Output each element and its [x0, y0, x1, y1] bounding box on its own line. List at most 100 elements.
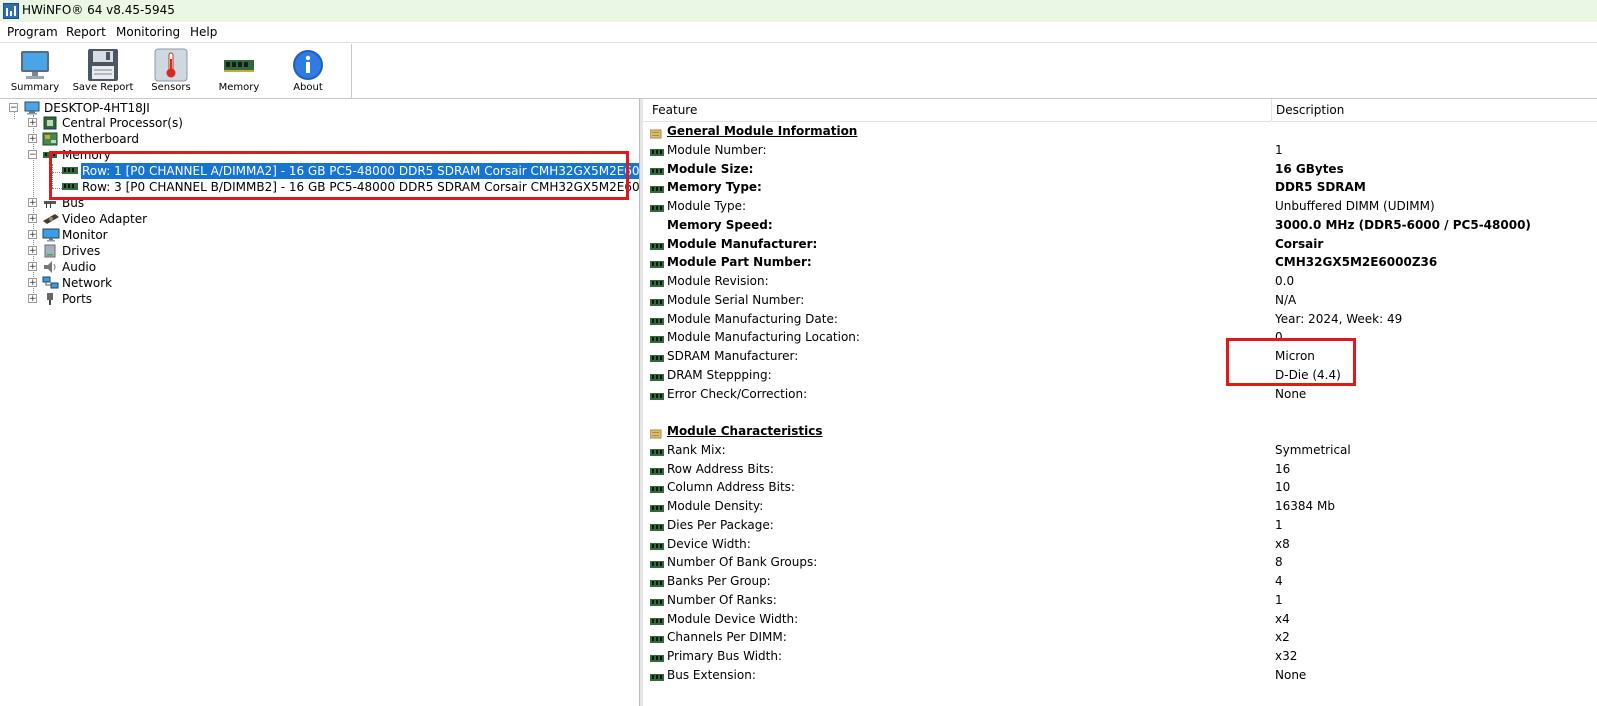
title-bar: HWiNFO® 64 v8.45-5945 — [0, 0, 1597, 22]
feature-value: Year: 2024, Week: 49 — [1275, 311, 1403, 326]
tree-item-network[interactable]: + Network — [28, 275, 328, 291]
column-header-feature[interactable]: Feature — [643, 99, 1271, 122]
expand-toggle[interactable]: + — [28, 262, 37, 272]
memory-module-icon — [650, 464, 664, 483]
memory-module-icon — [650, 445, 664, 464]
annotation-box-memory-modules — [49, 151, 629, 200]
tree-item-motherboard[interactable]: + Motherboard — [28, 131, 328, 147]
tree-item-cpu[interactable]: + Central Processor(s) — [28, 115, 328, 131]
expand-toggle[interactable]: + — [28, 198, 37, 208]
expand-toggle[interactable]: + — [28, 134, 37, 144]
tree-root-label: DESKTOP-4HT18JI — [44, 101, 150, 115]
feature-label: Bus Extension: — [667, 667, 756, 682]
tree-root[interactable]: − DESKTOP-4HT18JI — [9, 100, 309, 116]
section-title: General Module Information — [667, 124, 858, 138]
feature-value: N/A — [1275, 292, 1297, 307]
feature-value: 4 — [1275, 574, 1283, 588]
menu-report[interactable]: Report — [66, 25, 106, 39]
feature-label: Rank Mix: — [667, 442, 726, 457]
column-header-description[interactable]: Description — [1272, 99, 1597, 122]
tree-item-label: Central Processor(s) — [62, 116, 183, 130]
memory-module-icon — [650, 632, 664, 651]
speaker-icon — [44, 261, 56, 273]
memory-module-icon — [650, 182, 664, 201]
save-report-button[interactable]: Save Report — [69, 43, 137, 97]
tree-item-audio[interactable]: + Audio — [28, 259, 328, 275]
feature-label: Module Part Number: — [667, 255, 812, 270]
feature-value: 8 — [1275, 555, 1283, 570]
expand-toggle[interactable]: + — [28, 230, 37, 240]
monitor-icon — [21, 51, 49, 79]
memory-module-icon — [650, 295, 664, 314]
feature-value: 10 — [1275, 480, 1291, 495]
expand-toggle[interactable]: + — [28, 246, 37, 256]
feature-value: 0.0 — [1275, 274, 1295, 288]
feature-value: 1 — [1275, 592, 1283, 607]
about-label: About — [293, 82, 323, 93]
tree-item-monitor[interactable]: + Monitor — [28, 227, 328, 243]
collapse-toggle[interactable]: − — [28, 150, 37, 160]
feature-value: CMH32GX5M2E6000Z36 — [1275, 255, 1438, 270]
monitor-icon — [42, 228, 60, 242]
tree-item-video-adapter[interactable]: + Video Adapter — [28, 211, 328, 227]
feature-label: Dies Per Package: — [667, 517, 774, 532]
memory-module-icon — [650, 520, 664, 539]
memory-module-icon — [650, 332, 664, 351]
memory-module-icon — [650, 314, 664, 333]
memory-module-icon — [650, 557, 664, 576]
feature-label: Memory Type: — [667, 180, 762, 195]
expand-toggle[interactable]: + — [28, 294, 37, 304]
sensors-button[interactable]: Sensors — [137, 43, 205, 97]
tree-item-ports[interactable]: + Ports — [28, 291, 328, 307]
about-button[interactable]: About — [274, 43, 342, 97]
memory-module-icon — [650, 482, 664, 501]
collapse-toggle[interactable]: − — [9, 103, 18, 113]
tree-item-label: Audio — [62, 260, 97, 274]
feature-label: Row Address Bits: — [667, 461, 774, 476]
feature-label: SDRAM Manufacturer: — [667, 349, 799, 363]
menu-monitoring[interactable]: Monitoring — [116, 25, 180, 39]
expand-toggle[interactable]: + — [28, 118, 37, 128]
memory-module-icon — [224, 60, 254, 72]
feature-label: Module Number: — [667, 142, 767, 157]
feature-value: 1 — [1275, 142, 1283, 157]
summary-button[interactable]: Summary — [1, 43, 69, 97]
toolbar: Summary Save Report Sensors Memory About — [0, 43, 352, 97]
feature-value: 16384 Mb — [1275, 499, 1335, 513]
menu-help[interactable]: Help — [190, 25, 217, 39]
memory-label: Memory — [218, 82, 260, 93]
memory-module-icon — [650, 595, 664, 614]
floppy-disk-icon — [88, 49, 118, 81]
feature-label: Module Manufacturing Date: — [667, 311, 838, 326]
feature-value: x2 — [1275, 630, 1290, 645]
expand-toggle[interactable]: + — [28, 214, 37, 224]
annotation-box-sdram-info — [1226, 338, 1356, 386]
menu-program[interactable]: Program — [7, 25, 58, 39]
info-icon — [293, 50, 323, 80]
feature-label: Number Of Ranks: — [667, 592, 777, 607]
column-header-description-label: Description — [1276, 103, 1345, 117]
tree-item-drives[interactable]: + Drives — [28, 243, 328, 259]
detail-panel[interactable]: Feature Description General Module Infor… — [643, 99, 1597, 706]
memory-module-icon — [650, 614, 664, 633]
menu-bar: Program Report Monitoring Help — [0, 22, 1597, 42]
memory-module-icon — [650, 539, 664, 558]
tree-item-label: Ports — [62, 292, 93, 306]
memory-module-icon — [650, 201, 664, 220]
hwinfo-app-icon[interactable] — [3, 3, 19, 19]
expand-toggle[interactable]: + — [28, 278, 37, 288]
feature-value: None — [1275, 667, 1307, 682]
device-tree[interactable]: − DESKTOP-4HT18JI + Central Processor(s)… — [0, 99, 680, 706]
port-icon — [47, 293, 53, 305]
memory-module-icon — [650, 239, 664, 258]
tree-item-label: Monitor — [62, 228, 108, 242]
section-title: Module Characteristics — [667, 424, 823, 438]
memory-module-icon — [650, 670, 664, 689]
feature-value: 3000.0 MHz (DDR5-6000 / PC5-48000) — [1275, 217, 1531, 232]
feature-label: DRAM Steppping: — [667, 367, 772, 382]
motherboard-icon — [42, 132, 58, 146]
feature-label: Module Device Width: — [667, 611, 799, 626]
section-icon — [649, 126, 662, 145]
feature-label: Channels Per DIMM: — [667, 630, 787, 645]
memory-button[interactable]: Memory — [205, 43, 273, 97]
